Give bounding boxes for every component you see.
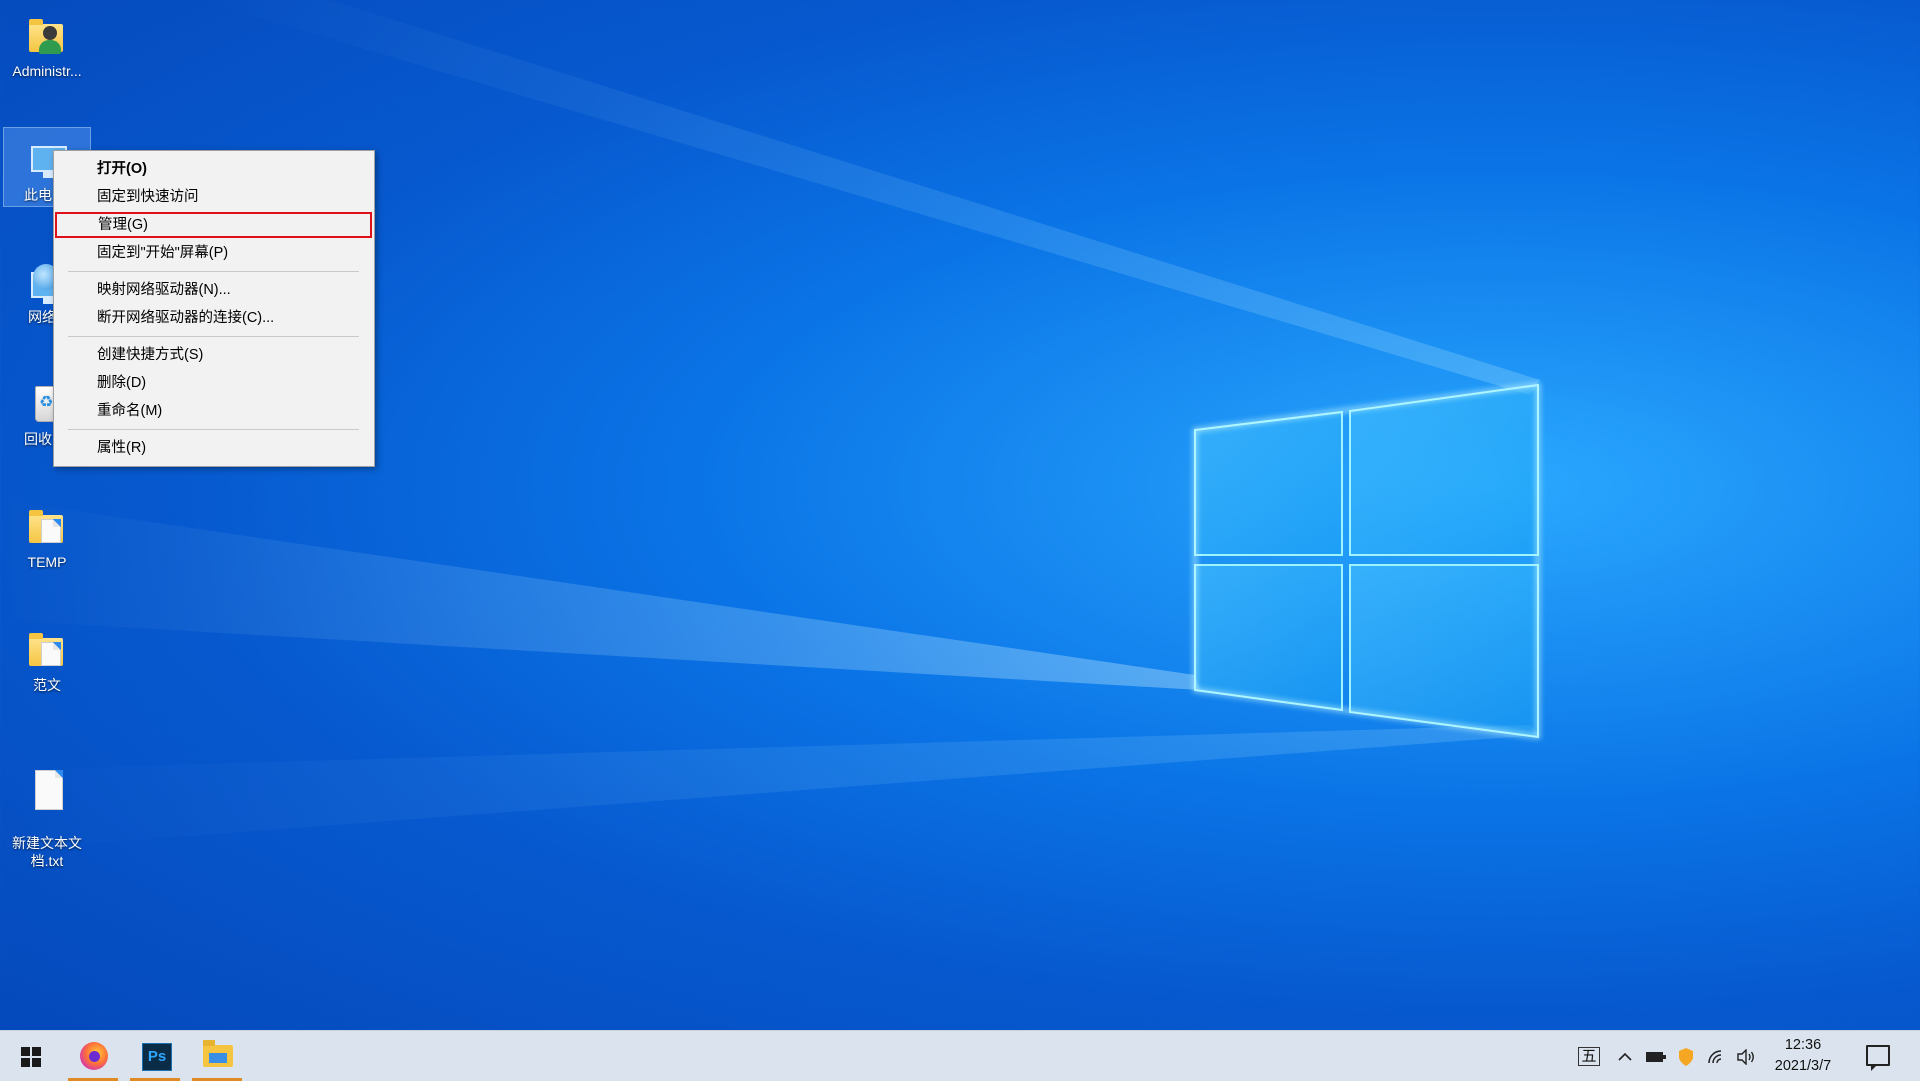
desktop-icon-temp[interactable]: TEMP [4, 495, 90, 577]
desktop-icon-label: Administr... [12, 63, 82, 79]
clock-time: 12:36 [1784, 1037, 1822, 1053]
menu-item-pin-quick-access[interactable]: 固定到快速访问 [54, 184, 374, 210]
desktop-icon-label: 新建文本文 档.txt [12, 835, 82, 869]
menu-item-manage[interactable]: 管理(G) [55, 212, 372, 238]
photoshop-icon: Ps [142, 1043, 172, 1071]
ime-label: 五 [1578, 1047, 1600, 1066]
menu-item-map-drive[interactable]: 映射网络驱动器(N)... [54, 277, 374, 303]
show-hidden-icons-button[interactable] [1612, 1031, 1638, 1081]
start-button[interactable] [0, 1031, 58, 1081]
network-status[interactable] [1704, 1031, 1730, 1081]
menu-item-delete[interactable]: 删除(D) [54, 370, 374, 396]
menu-item-open[interactable]: 打开(O) [54, 156, 374, 182]
user-folder-icon [23, 12, 71, 60]
desktop-icon-label: TEMP [27, 554, 67, 570]
windows-icon [21, 1047, 41, 1067]
menu-separator [68, 271, 359, 272]
shield-icon [1679, 1047, 1693, 1066]
text-file-icon [23, 766, 71, 814]
chevron-up-icon [1618, 1052, 1632, 1061]
desktop-icon-fanwen[interactable]: 范文 [4, 618, 90, 700]
battery-icon [1646, 1051, 1666, 1062]
taskbar-app-photoshop[interactable]: Ps [126, 1031, 184, 1081]
clock-date: 2021/3/7 [1774, 1058, 1832, 1074]
notification-center-icon[interactable] [1866, 1045, 1890, 1071]
firefox-icon [80, 1042, 108, 1070]
battery-status[interactable] [1642, 1031, 1670, 1081]
menu-item-disconnect-drive[interactable]: 断开网络驱动器的连接(C)... [54, 305, 374, 331]
menu-separator [68, 429, 359, 430]
menu-item-properties[interactable]: 属性(R) [54, 435, 374, 461]
desktop-icon-label: 范文 [33, 677, 61, 693]
wifi-icon [1708, 1049, 1722, 1063]
system-clock[interactable]: 12:36 2021/3/7 [1755, 1035, 1851, 1077]
ime-indicator[interactable]: 五 [1578, 1031, 1600, 1081]
security-status[interactable] [1674, 1031, 1698, 1081]
menu-item-pin-start[interactable]: 固定到"开始"屏幕(P) [54, 240, 374, 266]
desktop-icon-new-text-file[interactable]: 新建文本文 档.txt [4, 740, 90, 869]
folder-icon [23, 503, 71, 551]
taskbar-app-firefox[interactable] [64, 1031, 122, 1081]
taskbar: Ps 五 12:36 2021/3/7 [0, 1030, 1920, 1081]
menu-separator [68, 336, 359, 337]
menu-item-rename[interactable]: 重命名(M) [54, 398, 374, 424]
folder-icon [203, 1040, 233, 1067]
speaker-icon [1737, 1047, 1754, 1066]
desktop-icon-administrator[interactable]: Administr... [4, 4, 90, 86]
context-menu: 打开(O) 固定到快速访问 管理(G) 固定到"开始"屏幕(P) 映射网络驱动器… [53, 150, 375, 467]
taskbar-app-file-explorer[interactable] [188, 1031, 246, 1081]
menu-item-create-shortcut[interactable]: 创建快捷方式(S) [54, 342, 374, 368]
folder-icon [23, 626, 71, 674]
